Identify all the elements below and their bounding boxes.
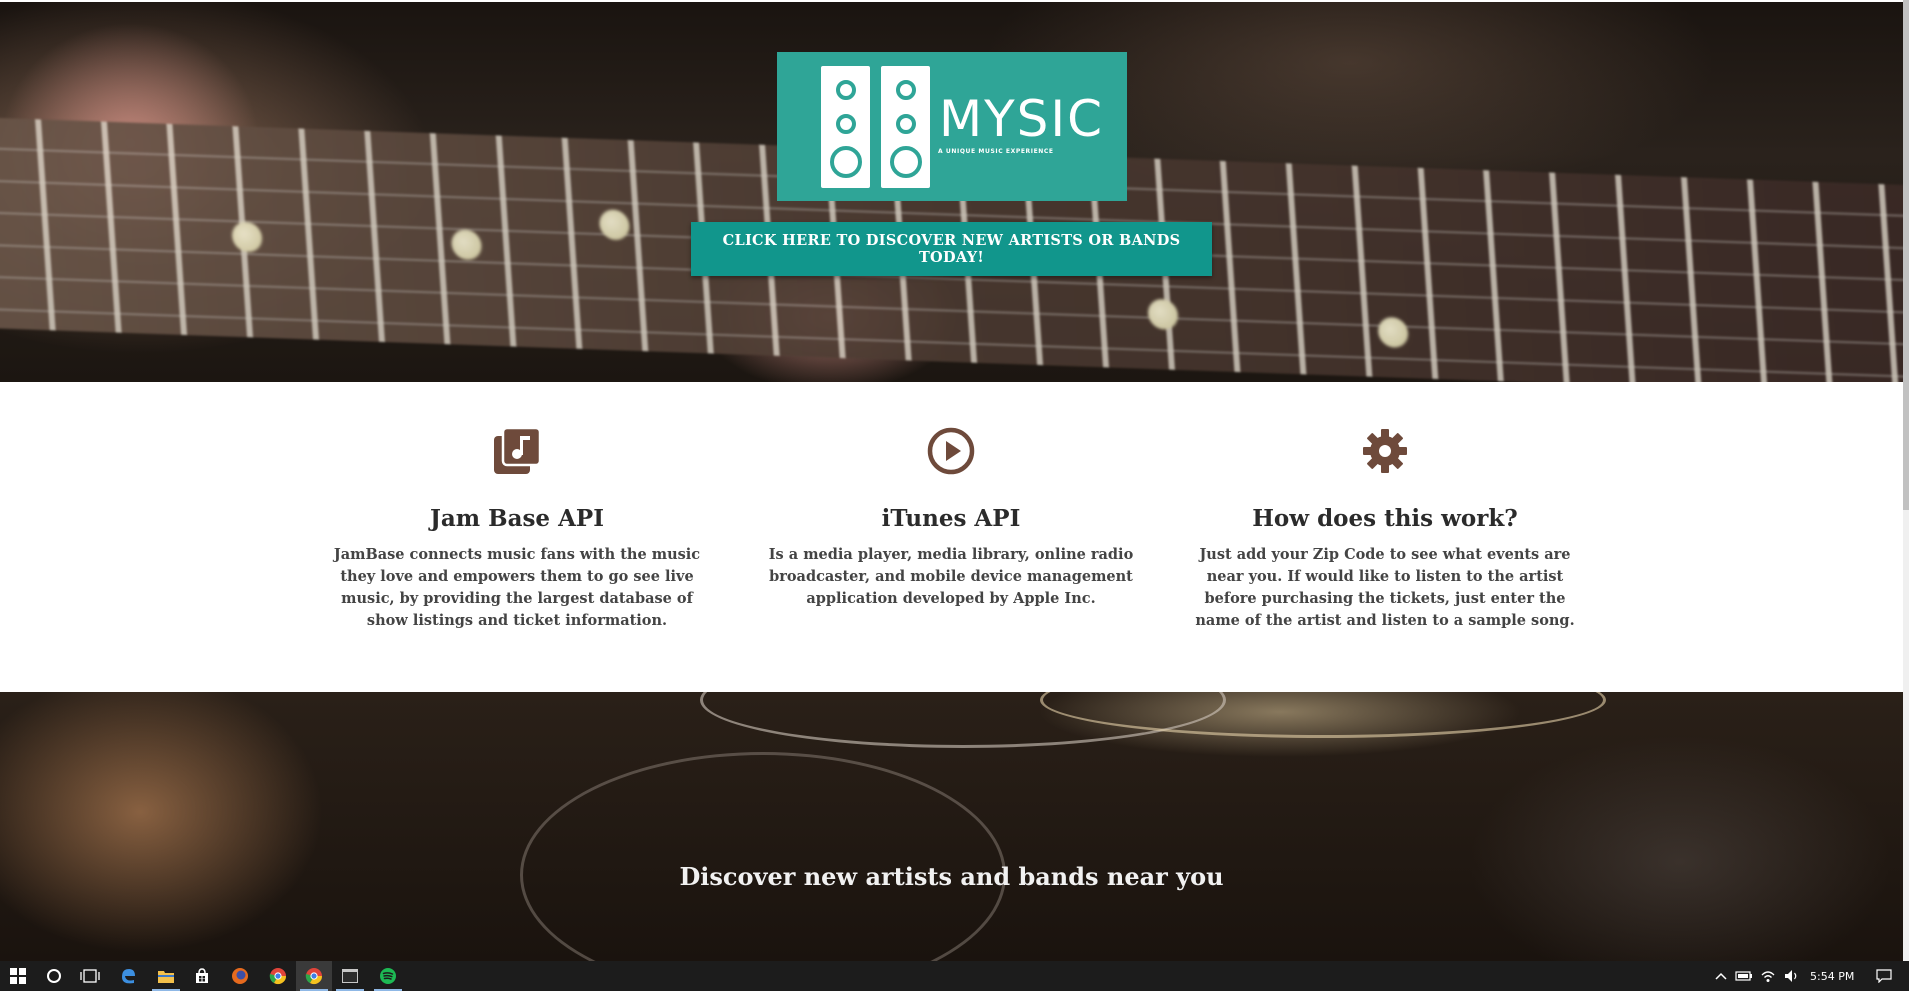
gear-icon (1363, 429, 1407, 473)
mysic-logo: MYSIC A UNIQUE MUSIC EXPERIENCE (777, 52, 1127, 201)
feature-description: JamBase connects music fans with the mus… (333, 546, 701, 629)
edge-icon[interactable] (110, 961, 146, 991)
scrollbar-thumb[interactable] (1903, 0, 1909, 510)
feature-description: Just add your Zip Code to see what event… (1195, 546, 1575, 629)
file-explorer-icon[interactable] (148, 961, 184, 991)
volume-icon[interactable] (1782, 961, 1802, 991)
page-scrollbar[interactable] (1903, 0, 1909, 961)
feature-title: Jam Base API (430, 505, 604, 532)
store-icon[interactable] (184, 961, 220, 991)
feature-itunes: iTunes API Is a media player, media libr… (759, 427, 1143, 610)
feature-how-it-works: How does this work? Just add your Zip Co… (1193, 427, 1577, 632)
music-library-icon (494, 427, 541, 474)
battery-icon[interactable] (1734, 961, 1754, 991)
feature-title: How does this work? (1252, 505, 1518, 532)
feature-title: iTunes API (881, 505, 1021, 532)
wifi-icon[interactable] (1758, 961, 1778, 991)
terminal-icon[interactable] (332, 961, 368, 991)
show-hidden-icons-chevron-icon[interactable] (1712, 961, 1730, 991)
action-center-icon[interactable] (1872, 961, 1896, 991)
features-section: Jam Base API JamBase connects music fans… (0, 382, 1903, 692)
logo-wordmark: MYSIC (939, 90, 1105, 148)
feature-description: Is a media player, media library, online… (768, 546, 1134, 607)
windows-taskbar: 5:54 PM (0, 961, 1909, 991)
taskbar-clock[interactable]: 5:54 PM (1810, 970, 1854, 983)
hero-section: MYSIC A UNIQUE MUSIC EXPERIENCE CLICK HE… (0, 2, 1903, 382)
speaker-icon (881, 66, 930, 188)
task-view-icon[interactable] (72, 961, 108, 991)
chrome-icon[interactable] (260, 961, 296, 991)
discover-heading: Discover new artists and bands near you (679, 862, 1224, 891)
cortana-icon[interactable] (36, 961, 72, 991)
spotify-icon[interactable] (370, 961, 406, 991)
logo-tagline: A UNIQUE MUSIC EXPERIENCE (938, 148, 1054, 155)
firefox-icon[interactable] (222, 961, 258, 991)
speaker-icon (821, 66, 870, 188)
discover-section: Discover new artists and bands near you (0, 692, 1903, 961)
feature-jambase: Jam Base API JamBase connects music fans… (325, 427, 709, 632)
discover-artists-button[interactable]: CLICK HERE TO DISCOVER NEW ARTISTS OR BA… (691, 222, 1212, 276)
chrome-profile-icon[interactable] (296, 961, 332, 991)
web-page: MYSIC A UNIQUE MUSIC EXPERIENCE CLICK HE… (0, 0, 1903, 961)
play-circle-icon (927, 427, 975, 475)
start-icon[interactable] (0, 961, 36, 991)
